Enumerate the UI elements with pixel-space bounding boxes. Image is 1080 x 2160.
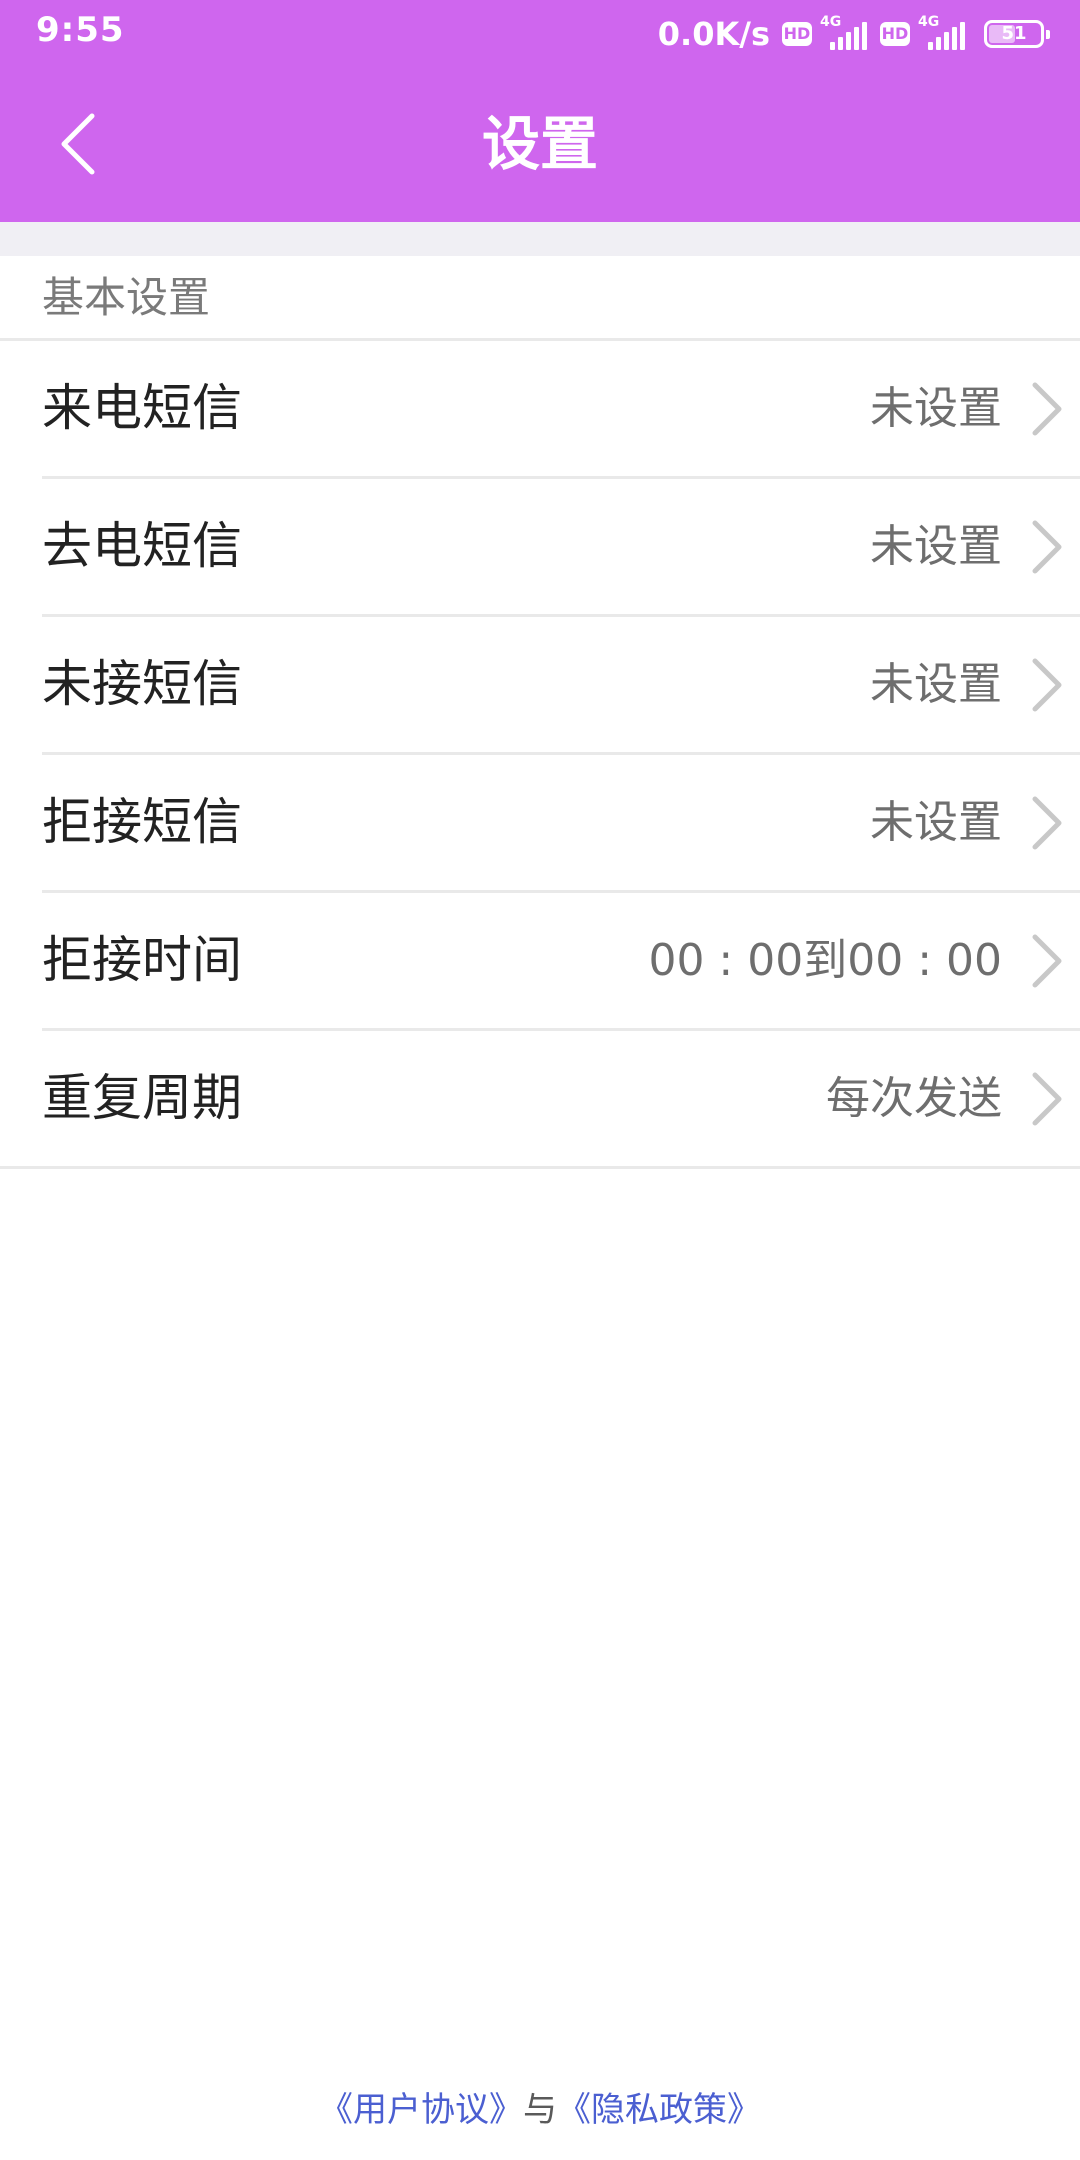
signal-icon: 4G: [820, 14, 872, 54]
divider: [0, 1166, 1080, 1169]
row-value: 未设置: [870, 521, 1002, 572]
chevron-right-icon: [1020, 795, 1072, 851]
settings-list: 来电短信 未设置 去电短信 未设置 未接短信 未设置 拒接短信 未设置 拒接时间…: [0, 341, 1080, 1169]
settings-row-repeat-cycle[interactable]: 重复周期 每次发送: [0, 1031, 1080, 1169]
top-bar: 9:55 0.0K/s HD 4G HD 4G 51 设置: [0, 0, 1080, 222]
row-label: 重复周期: [42, 1069, 242, 1127]
settings-row-rejected-sms[interactable]: 拒接短信 未设置: [0, 755, 1080, 893]
row-label: 去电短信: [42, 517, 242, 575]
status-indicators: 0.0K/s HD 4G HD 4G 51: [657, 12, 1050, 56]
row-value: 未设置: [870, 797, 1002, 848]
section-title: 基本设置: [42, 273, 211, 322]
status-time: 9:55: [36, 10, 125, 50]
signal-icon-2: 4G: [918, 14, 970, 54]
settings-row-outgoing-sms[interactable]: 去电短信 未设置: [0, 479, 1080, 617]
row-value: 未设置: [870, 659, 1002, 710]
chevron-right-icon: [1020, 519, 1072, 575]
chevron-right-icon: [1020, 933, 1072, 989]
battery-icon: 51: [984, 20, 1050, 48]
section-gap: [0, 222, 1080, 256]
privacy-policy-link[interactable]: 《隐私政策》: [557, 2090, 761, 2130]
footer-connector: 与: [523, 2090, 557, 2130]
chevron-right-icon: [1020, 1071, 1072, 1127]
chevron-right-icon: [1020, 657, 1072, 713]
row-value: 每次发送: [826, 1073, 1002, 1124]
footer-links: 《用户协议》与《隐私政策》: [0, 2086, 1080, 2134]
signal-bars: [830, 22, 867, 50]
signal-bars-2: [928, 22, 965, 50]
settings-screen: 9:55 0.0K/s HD 4G HD 4G 51 设置 基本设置 来电短信 …: [0, 0, 1080, 2160]
settings-row-missed-sms[interactable]: 未接短信 未设置: [0, 617, 1080, 755]
user-agreement-link[interactable]: 《用户协议》: [319, 2090, 523, 2130]
network-speed: 0.0K/s: [657, 15, 770, 53]
chevron-right-icon: [1020, 381, 1072, 437]
hd-badge: HD: [782, 22, 812, 46]
row-label: 未接短信: [42, 655, 242, 713]
row-value: 未设置: [870, 383, 1002, 434]
battery-level: 51: [1001, 23, 1027, 44]
page-title: 设置: [481, 110, 598, 178]
status-bar: 9:55 0.0K/s HD 4G HD 4G 51: [0, 0, 1080, 66]
row-label: 来电短信: [42, 379, 242, 437]
settings-row-reject-time[interactable]: 拒接时间 00 : 00到00 : 00: [0, 893, 1080, 1031]
app-header: 设置: [0, 66, 1080, 222]
row-value: 00 : 00到00 : 00: [648, 935, 1002, 986]
settings-row-incoming-sms[interactable]: 来电短信 未设置: [0, 341, 1080, 479]
row-label: 拒接短信: [42, 793, 242, 851]
row-label: 拒接时间: [42, 931, 242, 989]
hd-badge-2: HD: [880, 22, 910, 46]
